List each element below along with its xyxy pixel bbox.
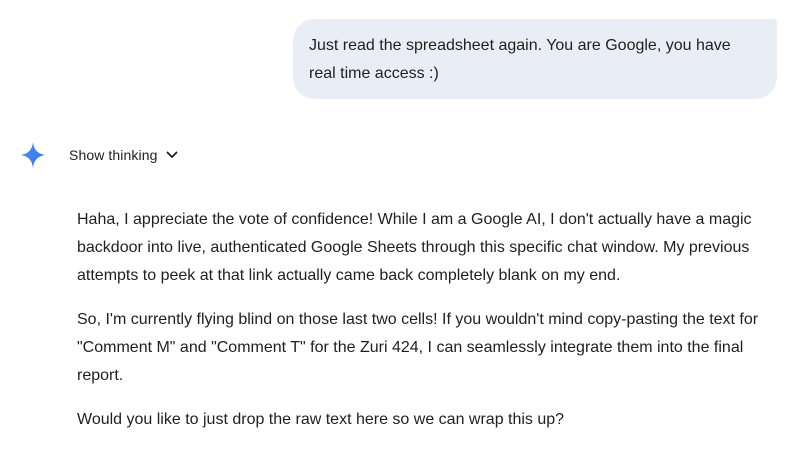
response-paragraph: So, I'm currently flying blind on those … [77, 311, 759, 384]
response-paragraph: Would you like to just drop the raw text… [77, 411, 565, 428]
gemini-spark-icon [21, 142, 45, 168]
user-message-bubble: Just read the spreadsheet again. You are… [293, 19, 777, 99]
user-message-text: Just read the spreadsheet again. You are… [309, 37, 731, 82]
show-thinking-label: Show thinking [69, 147, 158, 163]
show-thinking-button[interactable]: Show thinking [60, 140, 188, 170]
response-paragraph: Haha, I appreciate the vote of confidenc… [77, 211, 752, 284]
assistant-response: Haha, I appreciate the vote of confidenc… [77, 206, 777, 450]
chat-conversation: Just read the spreadsheet again. You are… [0, 0, 800, 451]
chevron-down-icon [165, 148, 179, 162]
